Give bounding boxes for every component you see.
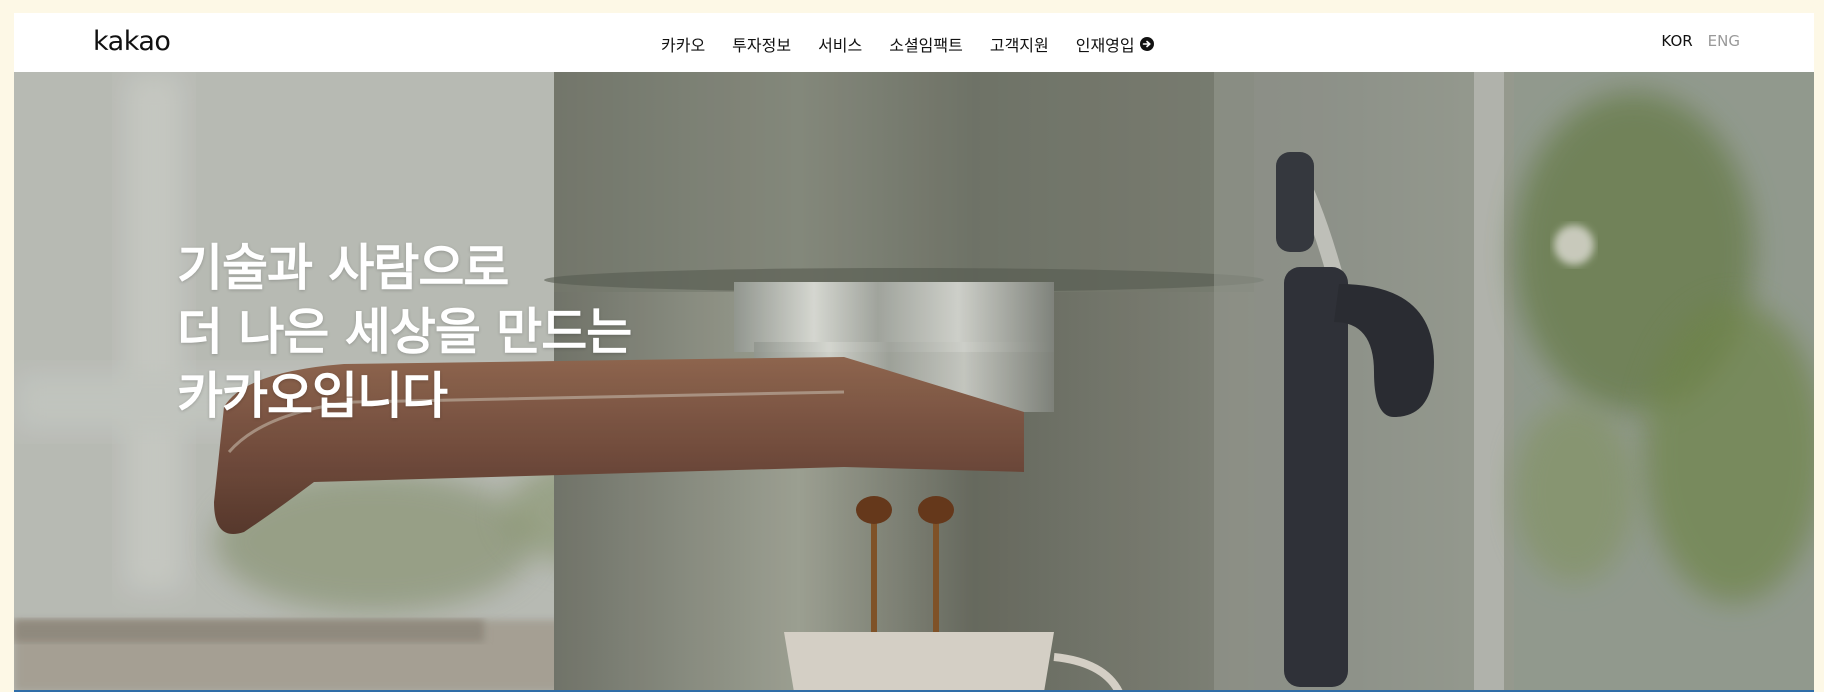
lang-kor-link[interactable]: KOR [1661,32,1692,50]
nav-item-label: 서비스 [818,36,863,55]
nav-item-label: 고객지원 [989,36,1049,55]
site-header: kakao 카카오 투자정보 서비스 소셜임팩트 고객지원 인재영입 KOR E… [14,13,1814,72]
nav-item-service[interactable]: 서비스 [818,32,862,56]
hero-line: 더 나은 세상을 만드는 [177,303,632,361]
hero-banner: 기술과 사람으로 더 나은 세상을 만드는 카카오입니다 [14,72,1814,692]
nav-item-social-impact[interactable]: 소셜임팩트 [889,32,963,56]
nav-item-customer-support[interactable]: 고객지원 [990,32,1049,56]
nav-item-label: 카카오 [661,36,706,55]
nav-item-label: 소셜임팩트 [889,36,963,55]
kakao-logo[interactable]: kakao [93,26,171,57]
hero-line: 기술과 사람으로 [177,239,509,297]
nav-item-investor[interactable]: 투자정보 [732,32,791,56]
nav-item-kakao[interactable]: 카카오 [661,32,705,56]
hero-line: 카카오입니다 [177,367,448,425]
lang-eng-link[interactable]: ENG [1708,32,1740,50]
main-nav: 카카오 투자정보 서비스 소셜임팩트 고객지원 인재영입 [661,32,1154,56]
hero-headline: 기술과 사람으로 더 나은 세상을 만드는 카카오입니다 [177,236,632,428]
nav-item-label: 인재영입 [1075,36,1135,55]
nav-item-careers[interactable]: 인재영입 [1076,32,1154,56]
arrow-circle-right-icon [1139,37,1154,51]
language-switcher: KOR ENG [1661,32,1740,50]
nav-item-label: 투자정보 [732,36,792,55]
page-frame: kakao 카카오 투자정보 서비스 소셜임팩트 고객지원 인재영입 KOR E… [14,13,1814,692]
